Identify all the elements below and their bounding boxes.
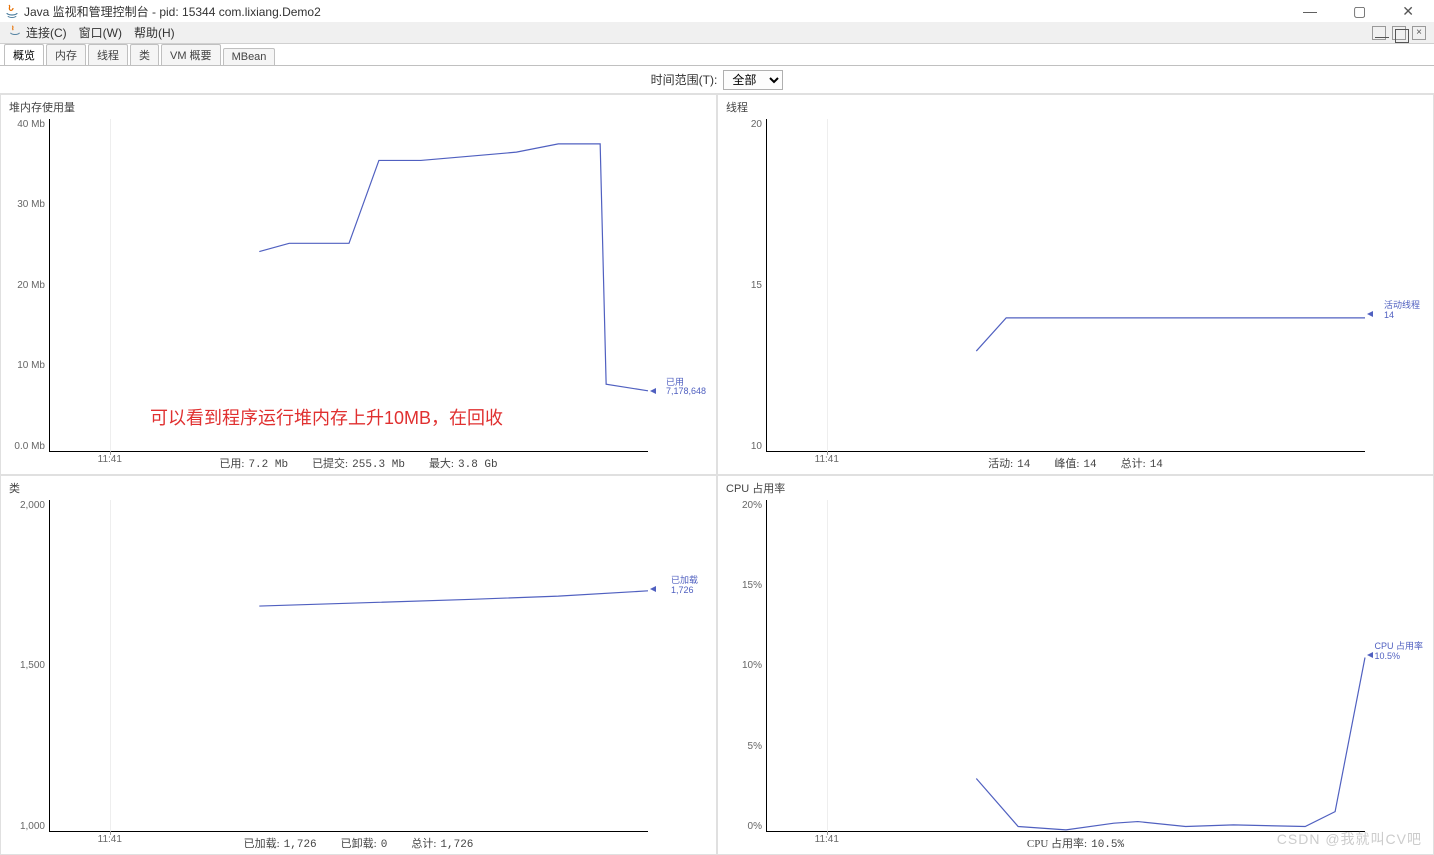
tab-mbean[interactable]: MBean [223, 48, 276, 65]
panel-heap: 堆内存使用量 40 Mb 30 Mb 20 Mb 10 Mb 0.0 Mb 11… [0, 94, 717, 475]
panel-threads: 线程 20 15 10 11:41 活动线程 14 活动:14 峰值:14 [717, 94, 1434, 475]
timerange-row: 时间范围(T): 全部 [0, 66, 1434, 94]
close-internal-icon[interactable]: × [1412, 26, 1426, 40]
heap-y-axis: 40 Mb 30 Mb 20 Mb 10 Mb 0.0 Mb [9, 117, 49, 454]
classes-y-axis: 2,000 1,500 1,000 [9, 498, 49, 835]
timerange-label: 时间范围(T): [651, 71, 718, 88]
panel-heap-title: 堆内存使用量 [9, 99, 708, 115]
chart-cpu: 20% 15% 10% 5% 0% 11:41 CPU 占用率 10.5% [726, 498, 1425, 835]
chart-classes: 2,000 1,500 1,000 11:41 已加载 1,726 [9, 498, 708, 835]
tab-vm[interactable]: VM 概要 [161, 44, 221, 65]
menu-window[interactable]: 窗口(W) [79, 24, 122, 41]
classes-plot[interactable]: 11:41 已加载 1,726 [49, 500, 648, 833]
timerange-select[interactable]: 全部 [723, 70, 783, 90]
close-button[interactable]: ✕ [1394, 3, 1422, 20]
tab-threads[interactable]: 线程 [88, 44, 128, 65]
charts-grid: 堆内存使用量 40 Mb 30 Mb 20 Mb 10 Mb 0.0 Mb 11… [0, 94, 1434, 855]
tab-overview[interactable]: 概览 [4, 44, 44, 65]
panel-classes-title: 类 [9, 480, 708, 496]
heap-annotation: 可以看到程序运行堆内存上升10MB，在回收 [150, 404, 503, 430]
watermark: CSDN @我就叫CV吧 [1277, 829, 1422, 849]
chart-threads: 20 15 10 11:41 活动线程 14 [726, 117, 1425, 454]
menu-connect[interactable]: 连接(C) [26, 24, 67, 41]
tab-bar: 概览 内存 线程 类 VM 概要 MBean [0, 44, 1434, 66]
cpu-y-axis: 20% 15% 10% 5% 0% [726, 498, 766, 835]
menu-help[interactable]: 帮助(H) [134, 24, 175, 41]
chart-heap: 40 Mb 30 Mb 20 Mb 10 Mb 0.0 Mb 11:41 已用 … [9, 117, 708, 454]
maximize-button[interactable]: ▢ [1345, 3, 1374, 20]
restore-internal-icon[interactable] [1392, 26, 1406, 40]
java-icon [4, 3, 20, 19]
java-icon [8, 24, 22, 41]
tab-classes[interactable]: 类 [130, 44, 159, 65]
window-titlebar: Java 监视和管理控制台 - pid: 15344 com.lixiang.D… [0, 0, 1434, 22]
panel-cpu-title: CPU 占用率 [726, 480, 1425, 496]
panel-classes: 类 2,000 1,500 1,000 11:41 已加载 1,726 已加载:… [0, 475, 717, 855]
threads-y-axis: 20 15 10 [726, 117, 766, 454]
threads-plot[interactable]: 11:41 活动线程 14 [766, 119, 1365, 452]
panel-cpu: CPU 占用率 20% 15% 10% 5% 0% 11:41 CPU 占用率 … [717, 475, 1434, 855]
heap-plot[interactable]: 11:41 已用 7,178,648 可以看到程序运行堆内存上升10MB，在回收 [49, 119, 648, 452]
tab-memory[interactable]: 内存 [46, 44, 86, 65]
cpu-plot[interactable]: 11:41 CPU 占用率 10.5% [766, 500, 1365, 833]
minimize-button[interactable]: — [1295, 3, 1325, 20]
window-controls: — ▢ ✕ [1295, 3, 1422, 20]
menubar: 连接(C) 窗口(W) 帮助(H) × [0, 22, 1434, 44]
min-internal-icon[interactable] [1372, 26, 1386, 40]
panel-threads-title: 线程 [726, 99, 1425, 115]
window-title: Java 监视和管理控制台 - pid: 15344 com.lixiang.D… [24, 3, 1295, 20]
